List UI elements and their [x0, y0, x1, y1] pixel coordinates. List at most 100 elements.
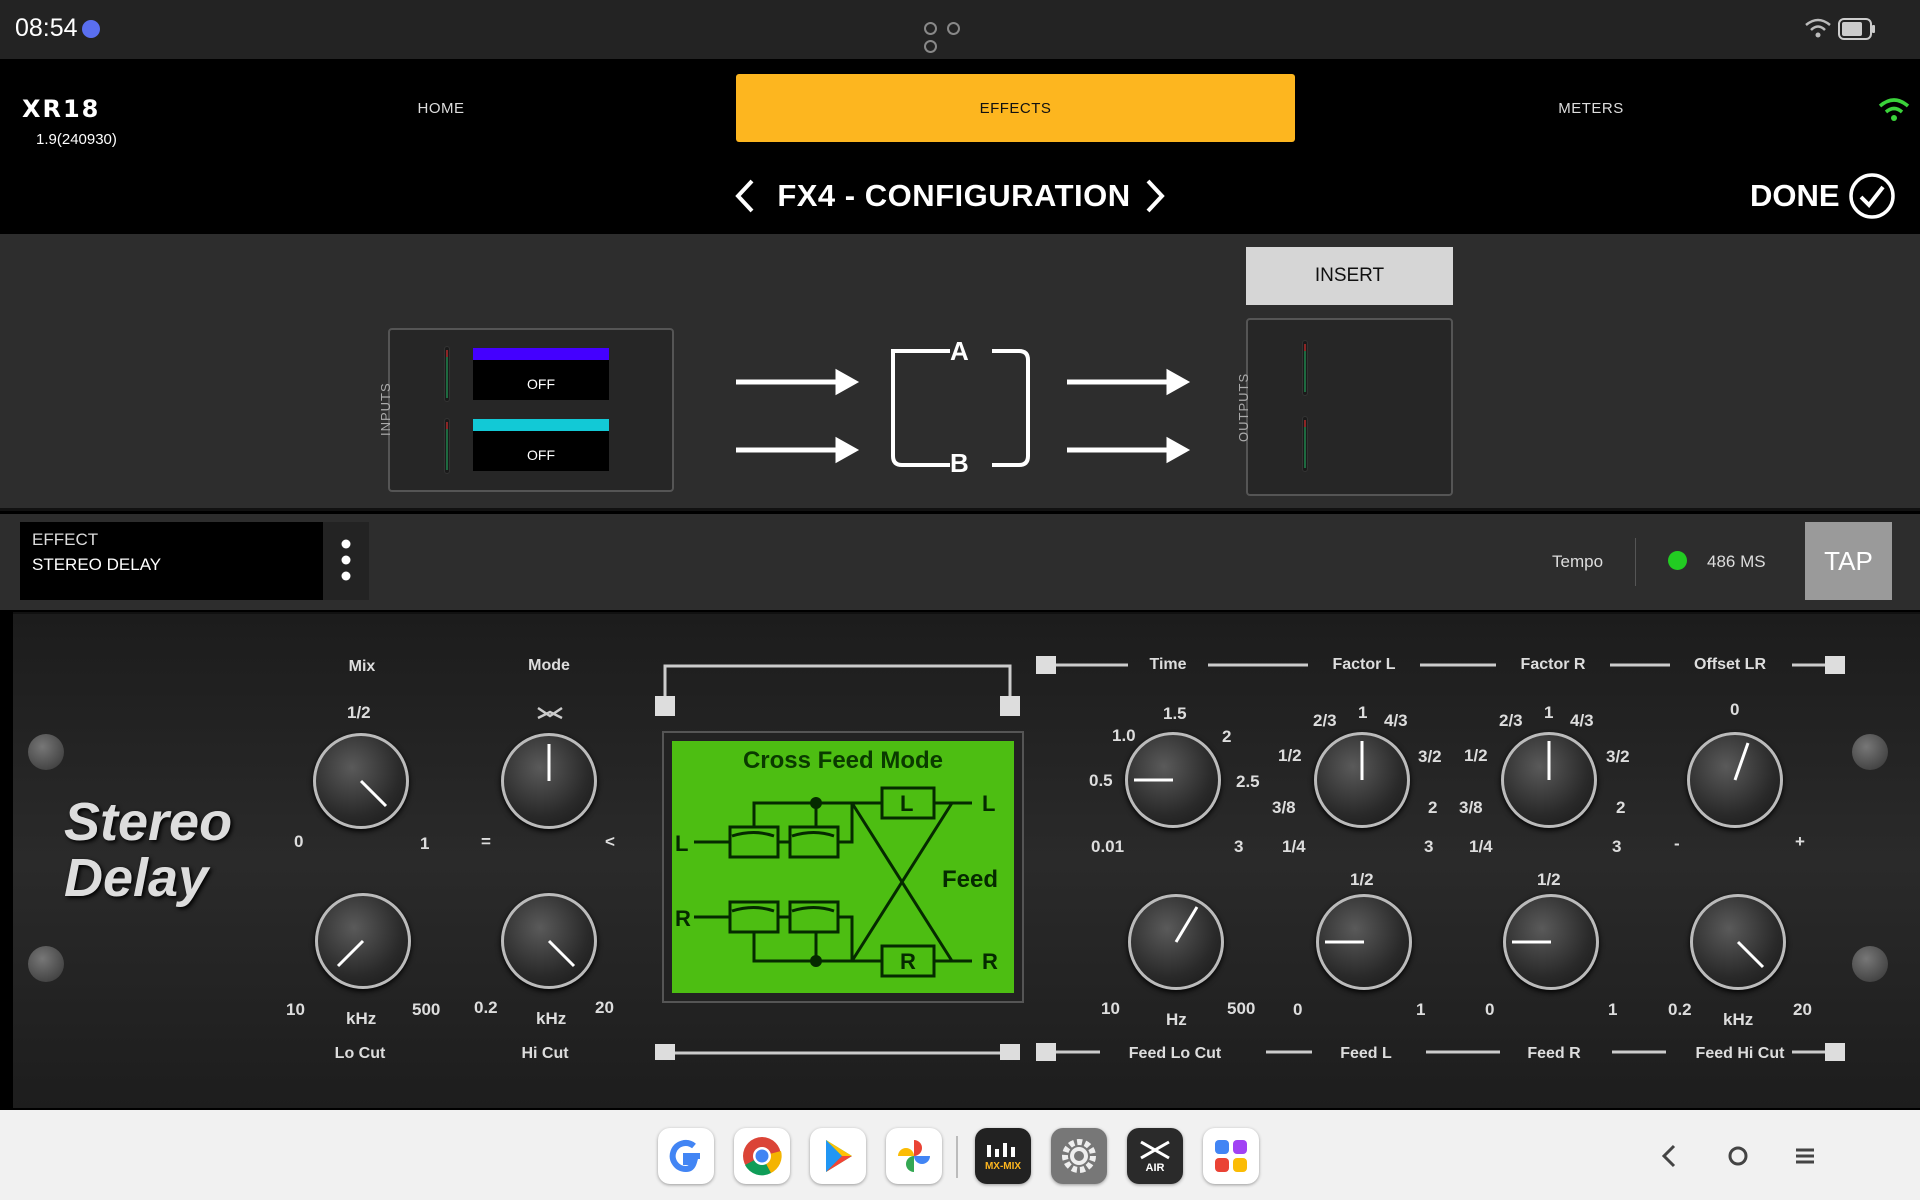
hicut-label: Hi Cut	[521, 1045, 569, 1062]
input-b-off-button[interactable]: OFF	[473, 419, 609, 471]
done-button[interactable]: DONE	[1750, 178, 1840, 214]
tempo-label: Tempo	[1552, 552, 1604, 571]
check-circle-icon[interactable]	[1848, 172, 1896, 220]
screen-feed: Feed	[942, 866, 999, 893]
input-a-off-button[interactable]: OFF	[473, 348, 609, 400]
factor-l-tick-r2: 2	[1428, 798, 1438, 817]
effect-menu-button[interactable]	[323, 522, 369, 600]
mx-mix-icon[interactable]: MX-MIX	[975, 1128, 1031, 1184]
feed-hicut-unit: kHz	[1723, 1010, 1754, 1029]
locut-knob[interactable]	[315, 893, 411, 989]
factor-r-tick-r3: 3	[1612, 837, 1622, 856]
feed-l-tick-min: 0	[1293, 1000, 1303, 1019]
time-tick-l2: 0.5	[1089, 771, 1113, 790]
feed-r-knob[interactable]	[1503, 894, 1599, 990]
screen-box-r: R	[900, 949, 916, 974]
section-dividers	[1036, 656, 1845, 1061]
tab-meters[interactable]: METERS	[1450, 74, 1732, 142]
factor-r-tick-l3: 1/4	[1469, 837, 1493, 856]
time-knob[interactable]	[1125, 732, 1221, 828]
settings-icon[interactable]	[1051, 1128, 1107, 1184]
output-meter-b	[1302, 416, 1308, 472]
screw-icon	[28, 946, 64, 982]
factor-r-tick-r2: 2	[1616, 798, 1626, 817]
factor-l-label: Factor L	[1332, 656, 1396, 673]
feed-locut-knob[interactable]	[1128, 894, 1224, 990]
tab-effects[interactable]: EFFECTS	[736, 74, 1295, 142]
hicut-tick-max: 20	[595, 998, 614, 1017]
hicut-knob[interactable]	[501, 893, 597, 989]
chrome-icon[interactable]	[734, 1128, 790, 1184]
pager-dots	[924, 22, 984, 53]
effect-selector[interactable]: EFFECT STEREO DELAY	[20, 522, 323, 600]
screen-input-l: L	[675, 831, 689, 856]
feed-locut-tick-max: 500	[1227, 999, 1256, 1018]
time-tick-l1: 1.0	[1112, 726, 1136, 745]
cross-feed-screen: Cross Feed Mode L R L R L R Feed	[664, 733, 1022, 1001]
locut-tick-min: 10	[286, 1000, 305, 1019]
offset-tick-top: 0	[1730, 700, 1740, 719]
outputs-label: OUTPUTS	[1236, 372, 1251, 442]
factor-l-knob[interactable]	[1314, 732, 1410, 828]
offset-tick-min: -	[1674, 834, 1680, 853]
feed-l-label: Feed L	[1340, 1045, 1392, 1062]
status-bar: 08:54	[0, 0, 1920, 59]
tempo-value: 486 MS	[1707, 552, 1766, 571]
feed-hicut-knob[interactable]	[1690, 894, 1786, 990]
mix-label: Mix	[348, 658, 376, 675]
screen-box-l: L	[900, 791, 914, 816]
factor-l-tick-t2: 1	[1358, 703, 1368, 722]
factor-r-knob[interactable]	[1501, 732, 1597, 828]
feed-l-knob[interactable]	[1316, 894, 1412, 990]
screen-output-r: R	[982, 949, 998, 974]
factor-r-tick-t3: 4/3	[1570, 711, 1594, 730]
locut-tick-max: 500	[412, 1000, 441, 1019]
screen-input-r: R	[675, 906, 691, 931]
tap-button[interactable]: TAP	[1805, 522, 1892, 600]
factor-l-tick-r3: 3	[1424, 837, 1434, 856]
feed-hicut-label: Feed Hi Cut	[1695, 1045, 1785, 1062]
factor-r-tick-t2: 1	[1544, 703, 1554, 722]
menu-nav-icon[interactable]	[1792, 1142, 1818, 1170]
page-title: FX4 - CONFIGURATION	[777, 178, 1131, 213]
routing-arrows	[736, 349, 1191, 467]
mix-tick-top: 1/2	[347, 703, 371, 722]
home-nav-icon[interactable]	[1724, 1142, 1752, 1170]
mix-tick-min: 0	[294, 832, 304, 851]
more-vertical-icon	[341, 539, 351, 581]
feed-r-tick-min: 0	[1485, 1000, 1495, 1019]
insert-button[interactable]: INSERT	[1246, 247, 1453, 305]
google-icon[interactable]	[658, 1128, 714, 1184]
tab-home[interactable]: HOME	[300, 74, 582, 142]
factor-l-tick-t1: 2/3	[1313, 711, 1337, 730]
mix-knob[interactable]	[313, 733, 409, 829]
system-dock	[0, 1110, 1920, 1200]
offset-lr-knob[interactable]	[1687, 732, 1783, 828]
node-a: A	[950, 336, 969, 366]
feed-locut-tick-min: 10	[1101, 999, 1120, 1018]
play-store-icon[interactable]	[810, 1128, 866, 1184]
time-tick-l3: 0.01	[1091, 837, 1125, 856]
feed-l-tick-max: 1	[1416, 1000, 1426, 1019]
mix-tick-max: 1	[420, 834, 430, 853]
battery-icon	[1838, 18, 1875, 40]
screw-icon	[1852, 946, 1888, 982]
factor-l-tick-l3: 1/4	[1282, 837, 1306, 856]
chevron-right-icon[interactable]	[1140, 178, 1170, 214]
connection-wifi-icon	[1878, 98, 1910, 121]
screen-output-l: L	[982, 791, 996, 816]
app-grid-icon[interactable]	[1203, 1128, 1259, 1184]
factor-r-label: Factor R	[1520, 656, 1586, 673]
status-time: 08:54	[15, 14, 78, 42]
screw-icon	[28, 734, 64, 770]
input-meter-a	[444, 346, 450, 402]
offset-tick-max: +	[1795, 832, 1805, 851]
plugin-name-line2: Delay	[64, 848, 209, 908]
back-nav-icon[interactable]	[1658, 1142, 1680, 1170]
locut-unit: kHz	[346, 1009, 377, 1028]
outputs-box	[1246, 318, 1453, 496]
mx-mix-label: MX-MIX	[984, 1160, 1022, 1172]
x-air-icon[interactable]: AIR	[1127, 1128, 1183, 1184]
mode-knob[interactable]	[501, 733, 597, 829]
photos-icon[interactable]	[886, 1128, 942, 1184]
